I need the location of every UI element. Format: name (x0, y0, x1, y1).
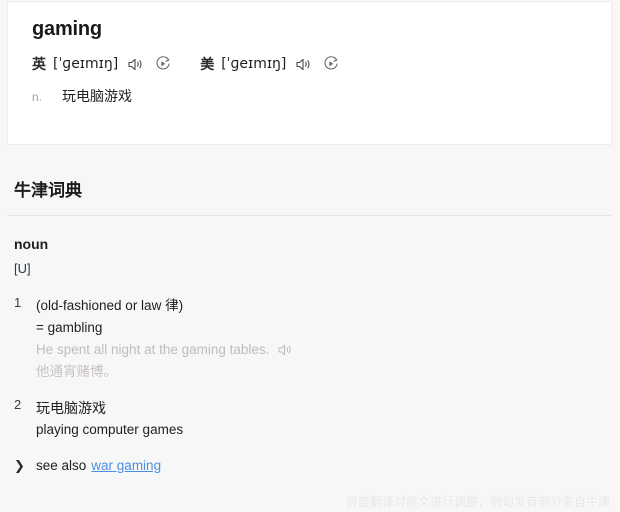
countability-marker: [U] (14, 261, 31, 276)
replay-play-icon[interactable] (320, 53, 342, 75)
replay-play-icon[interactable] (152, 53, 174, 75)
pronunciation-us: 美 [ˈɡeɪmɪŋ] (200, 53, 342, 75)
speaker-icon[interactable] (124, 53, 146, 75)
see-also-label: see also (36, 458, 87, 473)
pronunciation-uk-ipa: [ˈɡeɪmɪŋ] (53, 56, 119, 72)
quick-definition: n. 玩电脑游戏 (32, 86, 132, 106)
example-sentence: He spent all night at the gaming tables. (36, 339, 604, 361)
headword-card: gaming 英 [ˈɡeɪmɪŋ] 美 [ˈɡeɪmɪŋ] n. 玩电脑游戏 (7, 1, 612, 145)
example-sentence-text: He spent all night at the gaming tables. (36, 342, 270, 357)
sense-number: 1 (14, 295, 22, 310)
sense-item: 2 玩电脑游戏 playing computer games (14, 397, 604, 441)
pronunciation-uk: 英 [ˈɡeɪmɪŋ] (32, 53, 174, 75)
sense-definition-en: playing computer games (36, 422, 184, 437)
part-of-speech-tag: n. (32, 90, 43, 104)
quick-definition-text: 玩电脑游戏 (62, 88, 132, 104)
see-also-link[interactable]: war gaming (91, 455, 161, 477)
chevron-right-icon[interactable]: ❯ (14, 455, 36, 477)
footer-attribution: 百度翻译对原文进行调整，例句发音部分来自牛津 (345, 495, 610, 509)
section-divider (7, 215, 612, 216)
sense-label: (old-fashioned or law 律) (36, 298, 184, 313)
speaker-icon[interactable] (274, 339, 296, 361)
pronunciation-uk-label: 英 (32, 56, 46, 72)
pos-heading-noun: noun (14, 236, 49, 252)
sense-body: (old-fashioned or law 律) = gambling He s… (36, 295, 604, 383)
sense-body: 玩电脑游戏 playing computer games (36, 397, 604, 441)
dictionary-source-title: 牛津词典 (14, 181, 82, 200)
pronunciation-us-ipa: [ˈɡeɪmɪŋ] (221, 56, 287, 72)
see-also-row: ❯ see also war gaming (14, 455, 604, 477)
sense-item: 1 (old-fashioned or law 律) = gambling He… (14, 295, 604, 383)
sense-definition-cn: 玩电脑游戏 (36, 400, 106, 416)
sense-number: 2 (14, 397, 22, 412)
example-translation: 他通宵赌博。 (36, 364, 117, 379)
speaker-icon[interactable] (292, 53, 314, 75)
sense-list: 1 (old-fashioned or law 律) = gambling He… (14, 295, 604, 477)
pronunciation-us-label: 美 (200, 56, 215, 72)
page-title: gaming (32, 18, 102, 40)
sense-equivalent: = gambling (36, 320, 103, 335)
pronunciation-row: 英 [ˈɡeɪmɪŋ] 美 [ˈɡeɪmɪŋ] (32, 53, 342, 75)
